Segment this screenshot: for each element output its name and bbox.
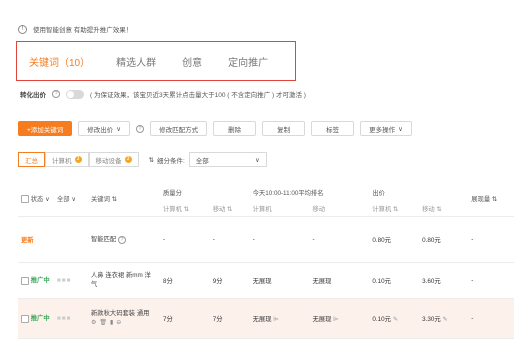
conversion-note: ( 为保证效果，该宝贝近3天累计点击量大于100 ( 不含定向推广 ) 才可激活…: [90, 92, 306, 99]
table-row[interactable]: 推广中 ■■■ 人鼻 连衣裙 新mm 洋气 8分 9分 无展现 无展现 0.10…: [18, 262, 514, 298]
chevron-down-icon: ∨: [45, 196, 50, 204]
keyword-table: 状态 ∨ 全部 ∨ 关键词 ⇅ 质量分 今天10:00-11:00平均排名 出价…: [18, 182, 514, 339]
row-action-icons[interactable]: ⚙🗑▮⊖: [91, 320, 124, 326]
keyword-header[interactable]: 关键词: [91, 196, 110, 203]
edit-icon[interactable]: ✎: [393, 316, 398, 323]
tab-keywords[interactable]: 关键词（10）: [29, 54, 90, 69]
row-checkbox[interactable]: [21, 314, 29, 323]
badge-icon: 3: [74, 156, 82, 163]
quality-mobile-cell: -: [212, 235, 215, 243]
question-icon[interactable]: ?: [136, 124, 145, 133]
bid-mobile-cell: 3.30元: [422, 315, 441, 323]
rank-mobile-cell: -: [312, 235, 315, 243]
keyword-text: 人鼻 连衣裙 新mm 洋气: [91, 272, 151, 288]
add-keyword-button[interactable]: +添加关键词: [18, 121, 73, 136]
edit-icon[interactable]: ✎: [442, 316, 447, 323]
rank-mobile-cell: 无展现: [312, 277, 332, 285]
sort-icon[interactable]: ⇅: [112, 196, 117, 203]
more-actions-button[interactable]: 更多操作 ∨: [360, 121, 412, 136]
bid-pc-header[interactable]: 计算机 ⇅: [369, 202, 419, 216]
modify-bid-button[interactable]: 修改出价 ∨: [78, 121, 131, 136]
bid-pc-cell: 0.10元: [372, 315, 391, 323]
chart-icon[interactable]: ⊫: [273, 316, 279, 323]
modify-match-button[interactable]: 修改匹配方式: [150, 121, 208, 136]
tab-targeted-promotion[interactable]: 定向推广: [228, 54, 268, 69]
badge-icon: 3: [124, 156, 132, 163]
more-actions-label: 更多操作: [369, 126, 396, 134]
impressions-cell: -: [468, 298, 514, 338]
quality-pc-cell: 7分: [160, 298, 210, 338]
chevron-down-icon: ∨: [116, 125, 122, 133]
impressions-cell: -: [471, 235, 474, 243]
chevron-down-icon: ∨: [398, 125, 403, 133]
status-badge: 推广中: [30, 315, 50, 323]
bid-pc-cell[interactable]: 0.80元: [369, 216, 419, 262]
tip-text: 使用智能创意 有助提升推广效果！: [33, 27, 133, 34]
tab-selected-audience[interactable]: 精选人群: [116, 54, 156, 69]
filter-row: 汇总 计算机 3 移动设备 3 ⇅ 细分条件: 全部 ∨: [18, 152, 267, 167]
mark-button[interactable]: 标签: [311, 121, 355, 136]
row-checkbox[interactable]: [21, 276, 29, 285]
rank-pc-cell: -: [252, 235, 255, 243]
delete-button[interactable]: 删除: [213, 121, 257, 136]
bid-mobile-cell[interactable]: 0.80元: [419, 216, 468, 262]
segment-computer-label: 计算机: [52, 157, 72, 165]
conversion-bid-row: 转化出价 ? ( 为保证效果，该宝贝近3天累计点击量大于100 ( 不含定向推广…: [20, 89, 306, 99]
bid-mobile-cell[interactable]: 3.60元: [419, 262, 468, 298]
quality-pc-cell: -: [163, 235, 166, 243]
quality-pc-cell: 8分: [163, 277, 173, 285]
impressions-header[interactable]: 展现量: [471, 196, 490, 203]
modify-bid-label: 修改出价: [87, 126, 114, 134]
impressions-cell: -: [471, 276, 474, 284]
select-all-checkbox[interactable]: [21, 195, 29, 204]
chevron-down-icon: ∨: [71, 196, 76, 204]
question-icon[interactable]: ?: [52, 90, 60, 98]
bid-mobile-header[interactable]: 移动 ⇅: [419, 202, 468, 216]
status-badge: 推广中: [30, 277, 50, 285]
keyword-text: 智能匹配: [91, 236, 117, 243]
tab-creative[interactable]: 创意: [182, 54, 202, 69]
rank-header: 今天10:00-11:00平均排名: [252, 189, 324, 197]
breakdown-select-value: 全部: [195, 157, 209, 165]
status-badge: 更新: [21, 236, 34, 244]
rank-pc-cell: 无展现: [252, 277, 272, 285]
bid-pc-cell[interactable]: 0.10元: [369, 262, 419, 298]
copy-button[interactable]: 复制: [262, 121, 306, 136]
sort-icon[interactable]: ⇅: [492, 196, 497, 203]
device-icons: ■■■: [57, 276, 72, 284]
rank-pc-cell: 无展现: [252, 315, 272, 323]
quality-mobile-header[interactable]: 移动 ⇅: [210, 202, 250, 216]
segment-mobile[interactable]: 移动设备 3: [88, 152, 139, 167]
table-row[interactable]: 推广中 ■■■ 新款秋大码套装 通用 ⚙🗑▮⊖ 7分 7分 无展现 ⊫ 无展现 …: [18, 298, 514, 338]
quality-mobile-cell: 9分: [212, 277, 223, 285]
chevron-down-icon: ∨: [255, 156, 260, 164]
chart-icon[interactable]: ⊫: [333, 316, 339, 323]
status-header[interactable]: 状态: [31, 196, 44, 203]
conversion-bid-toggle[interactable]: [66, 89, 84, 99]
info-circle-icon: !: [18, 24, 27, 34]
keyword-text: 新款秋大码套装 通用: [91, 309, 150, 317]
rank-mobile-header: 移动: [312, 206, 326, 214]
bid-header: 出价: [372, 189, 385, 197]
device-icons: ■■■: [57, 314, 72, 322]
conversion-bid-label: 转化出价: [20, 92, 46, 99]
quality-pc-header[interactable]: 计算机 ⇅: [160, 202, 210, 216]
question-icon[interactable]: ?: [117, 236, 126, 244]
breakdown-label: ⇅ 细分条件:: [149, 155, 185, 165]
tip-bar: ! 使用智能创意 有助提升推广效果！: [18, 20, 512, 38]
filter-icon: ⇅: [148, 156, 154, 164]
quality-mobile-cell: 7分: [209, 298, 250, 338]
all-filter-header[interactable]: 全部: [57, 196, 70, 203]
segment-summary[interactable]: 汇总: [18, 152, 45, 167]
toolbar: +添加关键词 修改出价 ∨ ? 修改匹配方式 删除 复制 标签 更多操作 ∨: [18, 121, 412, 136]
segment-computer[interactable]: 计算机 3: [45, 152, 89, 167]
tab-bar: 关键词（10） 精选人群 创意 定向推广: [16, 41, 296, 81]
segment-mobile-label: 移动设备: [95, 157, 122, 165]
rank-pc-header: 计算机: [252, 206, 272, 214]
table-row[interactable]: 更新 智能匹配 ? - - - - 0.80元 0.80元 -: [18, 216, 514, 262]
breakdown-select[interactable]: 全部 ∨: [188, 152, 267, 167]
rank-mobile-cell: 无展现: [312, 315, 332, 323]
breakdown-label-text: 细分条件:: [156, 157, 185, 165]
quality-header: 质量分: [163, 189, 182, 197]
